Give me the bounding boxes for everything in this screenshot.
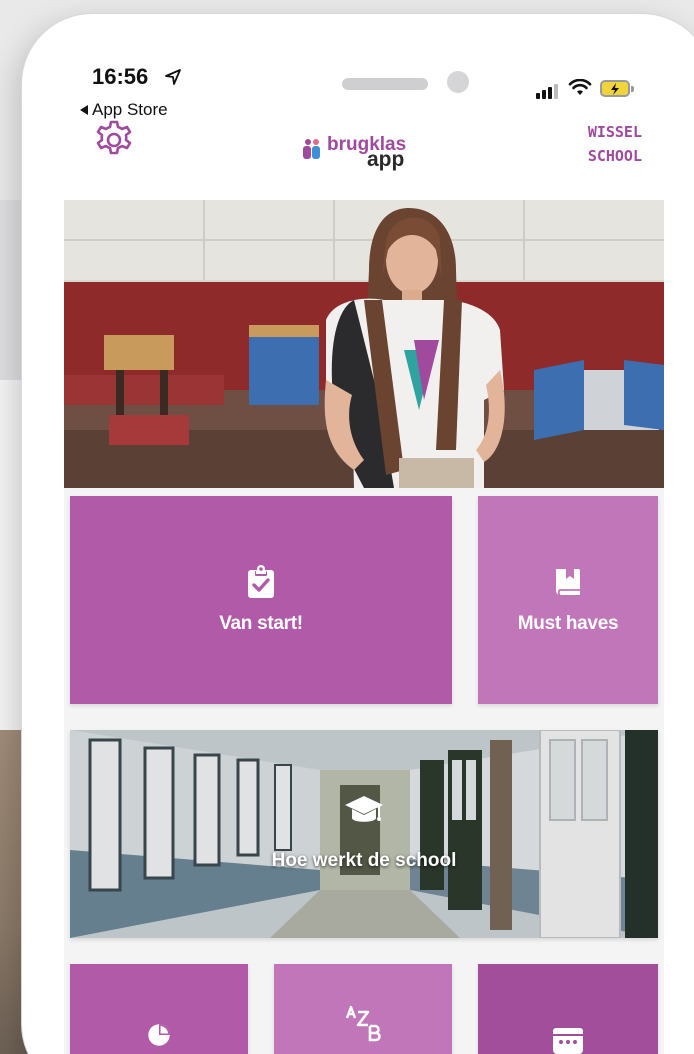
back-to-app-store-label: App Store <box>92 100 168 119</box>
background-edge <box>0 200 22 380</box>
must-haves-label: Must haves <box>517 613 619 634</box>
clipboard-check-icon <box>248 565 274 598</box>
battery-charging-icon <box>600 80 634 97</box>
hoe-werkt-de-school-tile[interactable]: Hoe werkt de school <box>70 730 658 938</box>
must-haves-tile[interactable]: Must haves <box>478 496 658 704</box>
front-camera <box>447 71 469 93</box>
pie-chart-icon <box>148 1024 170 1046</box>
bottom-tile-right[interactable] <box>478 964 658 1054</box>
bottom-tile-left[interactable] <box>70 964 248 1054</box>
van-start-label: Van start! <box>219 613 303 634</box>
home-content: Van start! Must haves Hoe werkt de schoo… <box>64 200 664 1054</box>
book-icon <box>556 569 580 596</box>
a-z-icon <box>345 1005 381 1042</box>
back-triangle-icon <box>80 105 88 115</box>
switch-school-line1: WISSEL <box>587 123 642 141</box>
location-arrow-icon <box>165 69 181 85</box>
gear-icon[interactable] <box>92 118 136 162</box>
hero-photo <box>64 200 664 488</box>
back-to-app-store[interactable]: App Store <box>80 100 168 120</box>
logo-figures-icon <box>303 139 320 159</box>
brugklas-app-logo: brugklas app <box>300 135 406 170</box>
van-start-tile[interactable]: Van start! <box>70 496 452 704</box>
logo-sub-text: app <box>367 148 405 171</box>
speaker-grille <box>342 78 428 90</box>
switch-school-line2: SCHOOL <box>587 147 642 165</box>
cellular-signal-icon <box>536 84 558 99</box>
status-time: 16:56 <box>92 64 149 89</box>
calendar-icon <box>553 1028 583 1054</box>
hoe-werkt-de-school-label: Hoe werkt de school <box>271 850 457 871</box>
graduation-cap-icon <box>345 796 383 822</box>
bottom-tile-middle[interactable] <box>274 964 452 1054</box>
switch-school-button[interactable]: WISSEL SCHOOL <box>588 120 642 168</box>
wifi-icon <box>568 79 592 95</box>
corridor-photo <box>70 730 658 938</box>
